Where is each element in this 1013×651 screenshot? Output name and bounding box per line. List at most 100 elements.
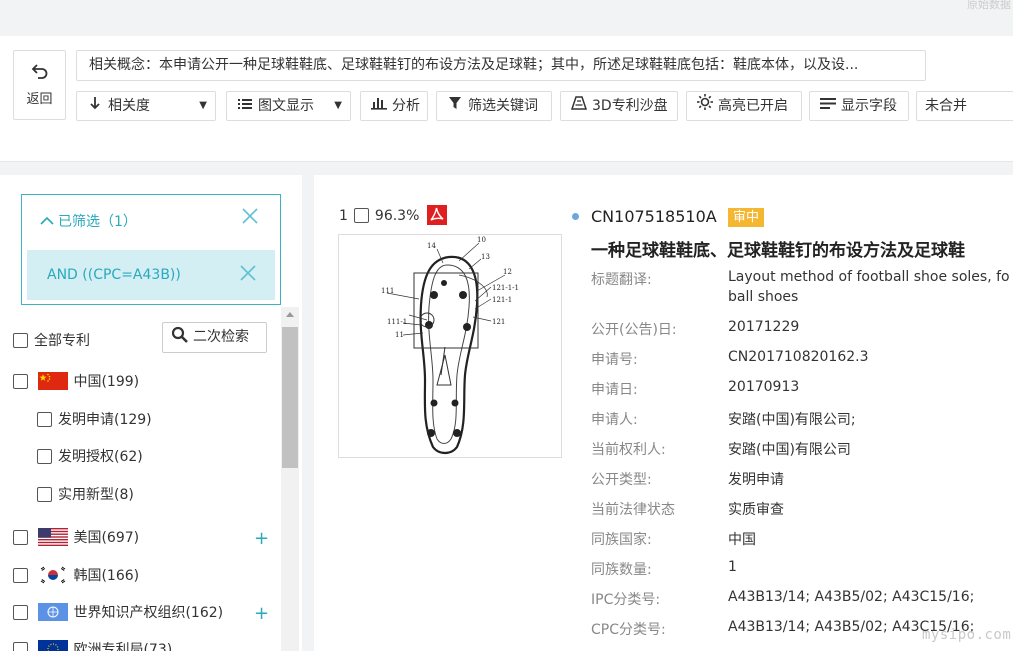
field-label: 公开类型:: [591, 472, 652, 488]
result-panel: 1 96.3% 14 10 13 12 121-1-1 121-1 121 11…: [314, 175, 1013, 651]
result-rank: 1 96.3%: [339, 208, 419, 224]
drawing-label: 14: [427, 242, 436, 250]
arrow-down-icon: [87, 93, 103, 121]
field-value: 1: [728, 559, 737, 575]
sub-label-invention-grant: 发明授权(62): [58, 449, 143, 465]
sandbox-icon: [570, 93, 588, 121]
sub-row-invention-grant[interactable]: 发明授权(62): [37, 446, 143, 466]
field-value: 实质审查: [728, 502, 784, 518]
field-label: 同族国家:: [591, 532, 652, 548]
field-value: 20170913: [728, 379, 800, 395]
field-label: 申请日:: [591, 382, 638, 398]
field-value: A43B13/14; A43B5/02; A43C15/16;: [728, 589, 975, 605]
merge-label: 未合并: [925, 98, 967, 114]
patent-title[interactable]: 一种足球鞋鞋底、足球鞋鞋钉的布设方法及足球鞋: [591, 236, 965, 261]
country-row-us[interactable]: 美国(697): [13, 527, 139, 547]
country-checkbox[interactable]: [13, 374, 28, 389]
display-fields-button[interactable]: 显示字段: [809, 91, 909, 121]
field-value: 安踏(中国)有限公司: [728, 442, 851, 458]
merge-dropdown[interactable]: 未合并: [916, 91, 1013, 121]
field-label: 申请人:: [591, 412, 638, 428]
field-label: 公开(公告)日:: [591, 322, 677, 338]
chevron-up-icon: [40, 214, 54, 230]
scroll-up-icon[interactable]: [286, 312, 294, 317]
pdf-icon[interactable]: [427, 205, 447, 225]
all-patents-row[interactable]: 全部专利: [13, 330, 90, 350]
relevance-score: 96.3%: [374, 208, 420, 224]
sub-row-invention-app[interactable]: 发明申请(129): [37, 409, 152, 429]
filtered-header: 已筛选（1）: [58, 214, 137, 230]
country-row-wipo[interactable]: 世界知识产权组织(162): [13, 602, 223, 622]
drawing-label: 13: [481, 253, 490, 261]
bullet-dot: [572, 213, 579, 220]
filter-panel: 已筛选（1） AND ((CPC=A43B)) 全部专利 二次检索 中国(199…: [0, 175, 302, 651]
field-value: 安踏(中国)有限公司;: [728, 412, 856, 428]
close-icon[interactable]: [241, 207, 259, 230]
all-patents-label: 全部专利: [34, 333, 90, 349]
country-row-ep[interactable]: 欧洲专利局(73): [13, 639, 172, 651]
china-flag-icon: [38, 372, 69, 390]
country-label-us: 美国(697): [73, 530, 140, 546]
sub-checkbox[interactable]: [37, 449, 52, 464]
undo-icon: [14, 61, 65, 84]
display-fields-label: 显示字段: [841, 98, 897, 114]
field-label: 同族数量:: [591, 562, 652, 578]
caret-down-icon: ▼: [199, 100, 207, 111]
filter-keywords-label: 筛选关键词: [468, 98, 538, 114]
eu-flag-icon: [38, 640, 69, 651]
top-strip: 原始数据: [0, 0, 1013, 36]
field-label: 申请号:: [591, 352, 638, 368]
remove-filter-icon[interactable]: [239, 264, 257, 287]
country-label-ep: 欧洲专利局(73): [73, 642, 173, 651]
view-dropdown[interactable]: 图文显示 ▼: [226, 91, 351, 121]
field-value: 20171229: [728, 319, 800, 335]
second-search-button[interactable]: 二次检索: [162, 322, 267, 353]
publication-number[interactable]: CN107518510A: [591, 207, 717, 226]
country-row-kr[interactable]: 韩国(166): [13, 565, 139, 585]
sub-row-utility-model[interactable]: 实用新型(8): [37, 484, 134, 504]
filtered-toggle[interactable]: 已筛选（1）: [40, 211, 137, 231]
filter-chip: AND ((CPC=A43B)): [27, 250, 275, 300]
country-checkbox[interactable]: [13, 605, 28, 620]
sub-checkbox[interactable]: [37, 412, 52, 427]
highlight-button[interactable]: 高亮已开启: [686, 91, 802, 121]
status-badge: 审中: [728, 208, 765, 227]
result-index: 1: [339, 208, 348, 224]
list-icon: [237, 93, 253, 121]
expand-plus-icon[interactable]: +: [254, 530, 269, 548]
result-checkbox[interactable]: [353, 208, 369, 223]
field-label: IPC分类号:: [591, 592, 661, 608]
analysis-label: 分析: [392, 98, 420, 114]
field-label: 当前法律状态: [591, 502, 675, 518]
korea-flag-icon: [38, 566, 69, 584]
country-checkbox[interactable]: [13, 568, 28, 583]
expand-plus-icon[interactable]: +: [254, 605, 269, 623]
back-button[interactable]: 返回: [13, 50, 66, 120]
country-label-cn: 中国(199): [73, 374, 140, 390]
filter-keywords-button[interactable]: 筛选关键词: [436, 91, 552, 121]
toolbar: 返回 相关概念：本申请公开一种足球鞋鞋底、足球鞋鞋钉的布设方法及足球鞋；其中，所…: [0, 36, 1013, 162]
field-value: Layout method of football shoe soles, fo: [728, 269, 1010, 285]
country-label-kr: 韩国(166): [73, 568, 140, 584]
search-icon: [171, 323, 189, 352]
drawing-label: 121-1-1: [492, 284, 519, 292]
all-patents-checkbox[interactable]: [13, 333, 28, 348]
country-checkbox[interactable]: [13, 642, 28, 651]
analysis-button[interactable]: 分析: [360, 91, 428, 121]
sandbox-button[interactable]: 3D专利沙盘: [560, 91, 678, 121]
country-row-cn[interactable]: 中国(199): [13, 371, 139, 391]
patent-drawing[interactable]: 14 10 13 12 121-1-1 121-1 121 111 111-1 …: [338, 234, 562, 458]
drawing-label: 10: [477, 236, 486, 244]
drawing-label: 111-1: [387, 318, 407, 326]
field-value: 中国: [728, 532, 756, 548]
concept-box[interactable]: 相关概念：本申请公开一种足球鞋鞋底、足球鞋鞋钉的布设方法及足球鞋；其中，所述足球…: [76, 50, 926, 81]
drawing-label: 11: [395, 331, 404, 339]
sub-checkbox[interactable]: [37, 487, 52, 502]
second-search-label: 二次检索: [193, 329, 249, 345]
drawing-label: 121-1: [492, 296, 512, 304]
sort-dropdown[interactable]: 相关度 ▼: [76, 91, 216, 121]
filter-scrollbar[interactable]: [281, 307, 299, 651]
country-checkbox[interactable]: [13, 530, 28, 545]
scroll-thumb[interactable]: [282, 327, 298, 468]
corner-text: 原始数据: [967, 0, 1011, 11]
